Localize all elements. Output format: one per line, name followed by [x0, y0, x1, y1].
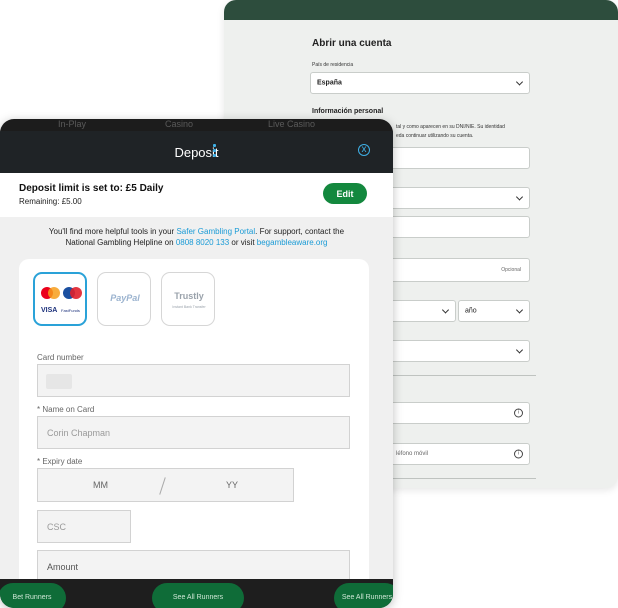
name-on-card-placeholder: Corin Chapman: [47, 427, 111, 438]
deposit-limit-title: Deposit limit is set to: £5 Daily: [19, 183, 164, 194]
close-icon[interactable]: x: [358, 144, 370, 156]
card-number-label: Card number: [37, 353, 84, 362]
payment-method-paypal[interactable]: PayPal: [97, 272, 151, 326]
country-value: España: [317, 79, 342, 87]
payment-method-trustly[interactable]: Trustly Instant Bank Transfer: [161, 272, 215, 326]
expiry-date-input[interactable]: MM YY: [37, 468, 294, 502]
see-all-runners-button[interactable]: See All Runners: [334, 583, 393, 608]
amount-placeholder: Amount: [47, 561, 79, 572]
helpline-phone-link[interactable]: 0808 8020 133: [176, 238, 229, 247]
payment-method-card[interactable]: VISA FastFunds: [33, 272, 87, 326]
see-all-runners-button[interactable]: See All Runners: [152, 583, 244, 608]
chevron-down-icon: [441, 306, 450, 314]
phone-placeholder: léfono móvil: [396, 451, 429, 457]
safer-gambling-portal-link[interactable]: Safer Gambling Portal: [176, 227, 255, 236]
account-form-title: Abrir una cuenta: [312, 38, 392, 49]
name-on-card-label: * Name on Card: [37, 405, 95, 414]
safer-gambling-help: You'll find more helpful tools in your S…: [18, 226, 375, 248]
country-label: País de residencia: [312, 62, 354, 68]
trustly-subtitle: Instant Bank Transfer: [172, 305, 206, 309]
help-text: You'll find more helpful tools in your: [48, 227, 177, 236]
country-select[interactable]: España: [310, 72, 530, 94]
info-icon[interactable]: i: [514, 449, 523, 459]
optional-label: Opcional: [501, 267, 521, 273]
chevron-down-icon: [515, 346, 524, 354]
year-select[interactable]: año: [458, 300, 530, 322]
edit-limit-button[interactable]: Edit: [323, 183, 367, 204]
personal-info-heading: Información personal: [312, 108, 384, 115]
chevron-down-icon: [515, 78, 524, 86]
trustly-logo: Trustly: [174, 291, 204, 301]
csc-placeholder: CSC: [47, 521, 67, 532]
chevron-down-icon: [515, 306, 524, 314]
help-text: or visit: [229, 238, 257, 247]
expiry-date-label: * Expiry date: [37, 457, 83, 466]
help-text: . For support, contact the: [255, 227, 345, 236]
personal-info-note-1: tal y como aparecen en su DNI/NIE. Su id…: [396, 124, 505, 130]
chevron-down-icon: [515, 193, 524, 201]
background-tabs: In-Play Casino Live Casino: [0, 119, 393, 131]
bet-runners-button[interactable]: Bet Runners: [0, 583, 66, 608]
more-options-icon[interactable]: [213, 144, 216, 158]
visa-logo: VISA: [41, 307, 58, 314]
account-panel-top-bar: [224, 0, 618, 20]
begambleaware-link[interactable]: begambleaware.org: [257, 238, 328, 247]
tab-casino[interactable]: Casino: [165, 119, 193, 129]
deposit-title: Deposit: [174, 145, 219, 160]
deposit-modal: In-Play Casino Live Casino Deposit x Dep…: [0, 119, 393, 608]
tab-live-casino[interactable]: Live Casino: [268, 119, 315, 129]
info-icon[interactable]: i: [514, 408, 523, 418]
year-placeholder: año: [465, 307, 477, 315]
tab-in-play[interactable]: In-Play: [58, 119, 86, 129]
paypal-logo: PayPal: [110, 293, 140, 303]
csc-input[interactable]: CSC: [37, 510, 131, 543]
expiry-month[interactable]: MM: [38, 480, 163, 490]
card-number-input[interactable]: [37, 364, 350, 397]
personal-info-note-2: eda continuar utilizando su cuenta.: [396, 133, 474, 139]
deposit-limit-remaining: Remaining: £5.00: [19, 197, 82, 206]
help-text: National Gambling Helpline on: [65, 238, 176, 247]
card-icon: [46, 374, 72, 389]
expiry-year[interactable]: YY: [170, 480, 294, 490]
fastfunds-label: FastFunds: [61, 308, 80, 313]
name-on-card-input[interactable]: Corin Chapman: [37, 416, 350, 449]
